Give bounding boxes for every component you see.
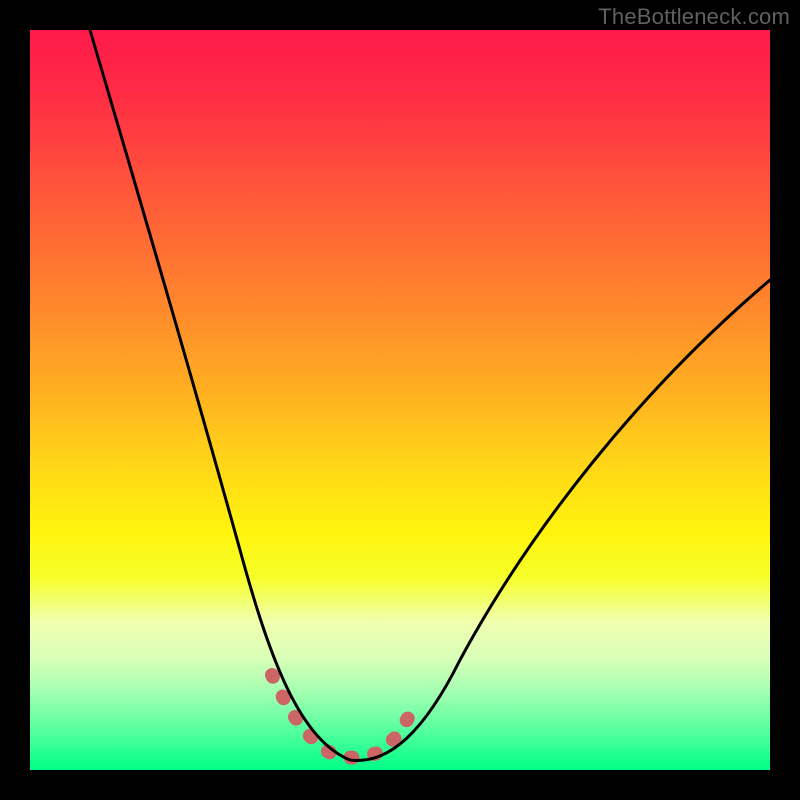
watermark-text: TheBottleneck.com: [598, 4, 790, 30]
outer-frame: TheBottleneck.com: [0, 0, 800, 800]
bottleneck-curve-svg: [30, 30, 770, 770]
curve-highlight-dashes: [272, 675, 410, 758]
plot-area: [30, 30, 770, 770]
bottleneck-curve: [90, 30, 770, 760]
